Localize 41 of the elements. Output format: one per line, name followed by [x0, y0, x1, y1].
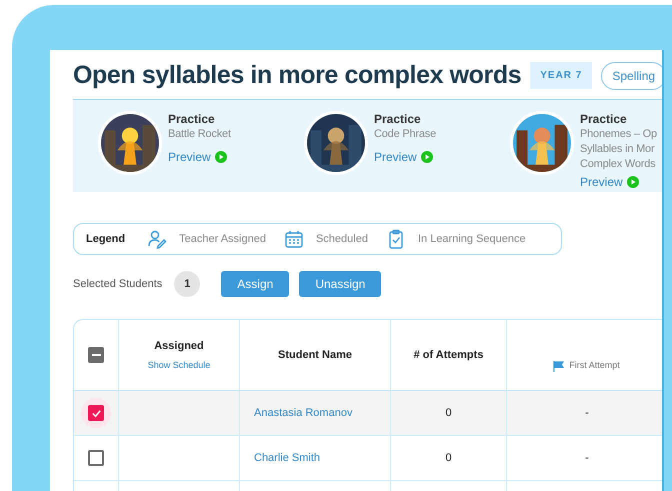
subject-tag[interactable]: Spelling: [601, 62, 662, 90]
select-all-checkbox[interactable]: [88, 347, 104, 363]
column-header: # of Attempts: [414, 348, 484, 363]
column-header: First Attempt: [569, 359, 620, 372]
flag-icon: [553, 360, 564, 372]
attempts-cell-text: 0: [445, 406, 452, 421]
legend-title: Legend: [86, 232, 126, 247]
column-header: Assigned: [154, 339, 204, 354]
activity-name: Battle Rocket: [168, 127, 231, 142]
preview-link[interactable]: Preview: [168, 148, 231, 166]
activity-name: Code Phrase: [374, 127, 436, 142]
preview-link[interactable]: Preview: [580, 173, 657, 191]
checkbox[interactable]: [88, 450, 104, 466]
first-attempt-cell-text: -: [585, 450, 589, 466]
activity-name: Phonemes – Op Syllables in Mor Complex Words: [580, 127, 657, 172]
activity-type: Practice: [580, 111, 628, 127]
checkbox[interactable]: [88, 405, 104, 421]
selected-students-label: Selected Students: [73, 276, 162, 292]
student-name-link[interactable]: Charlie Smith: [254, 450, 320, 466]
page-title: Open syllables in more complex words: [73, 60, 522, 91]
column-header: Student Name: [278, 348, 352, 363]
selected-count: 1: [174, 271, 200, 297]
play-icon: [626, 176, 639, 188]
calendar-icon: [284, 229, 304, 249]
year-badge: YEAR 7: [530, 62, 592, 89]
person-pencil-icon: [147, 229, 168, 249]
legend-label: In Learning Sequence: [418, 232, 526, 247]
attempts-cell-text: 0: [445, 450, 452, 466]
first-attempt-cell-text: -: [585, 406, 589, 421]
activity-type: Practice: [168, 111, 216, 127]
play-icon: [214, 151, 227, 163]
student-name-link[interactable]: Anastasia Romanov: [254, 404, 352, 422]
legend-label: Teacher Assigned: [179, 232, 266, 247]
show-schedule-link[interactable]: Show Schedule: [148, 358, 210, 372]
unassign-button[interactable]: Unassign: [299, 271, 382, 297]
activity-type: Practice: [374, 111, 422, 127]
legend-label: Scheduled: [316, 232, 368, 247]
play-icon: [420, 151, 433, 163]
preview-link[interactable]: Preview: [374, 148, 436, 166]
assign-button[interactable]: Assign: [221, 271, 290, 297]
check-icon: [90, 408, 102, 418]
